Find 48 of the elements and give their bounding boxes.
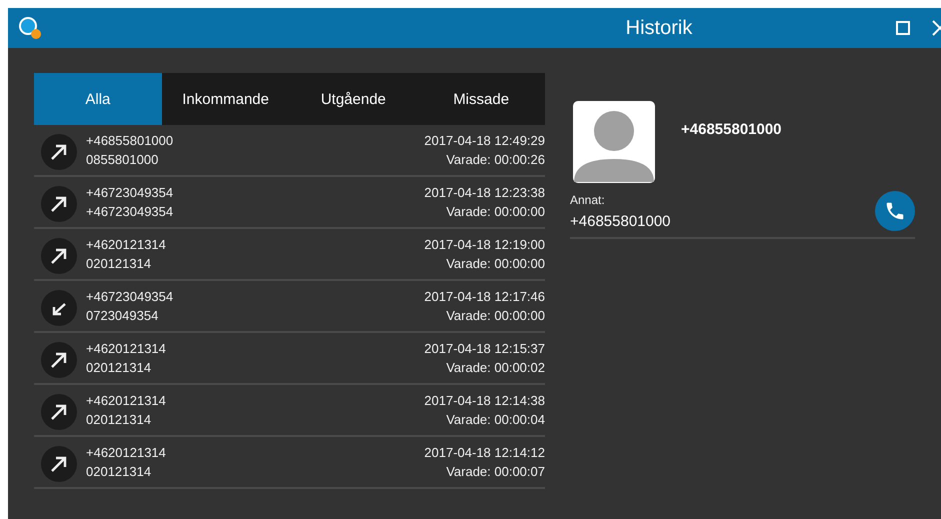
call-time: 2017-04-18 12:19:00 — [424, 236, 545, 253]
call-number: +46855801000 — [86, 132, 174, 149]
call-duration: Varade: 00:00:00 — [446, 307, 545, 324]
call-duration: Varade: 00:00:04 — [446, 411, 545, 428]
call-time: 2017-04-18 12:14:38 — [424, 392, 545, 409]
call-number: +46723049354 — [86, 288, 174, 305]
avatar-icon — [573, 101, 655, 183]
contact-name: +46855801000 — [681, 121, 782, 138]
call-time: 2017-04-18 12:17:46 — [424, 288, 545, 305]
call-time: 2017-04-18 12:15:37 — [424, 340, 545, 357]
call-row[interactable]: +46723049354 +46723049354 2017-04-18 12:23:38 Varade: 00:00:00 — [34, 177, 545, 229]
call-number: +4620121314 — [86, 444, 166, 461]
call-duration: Varade: 00:00:26 — [446, 151, 545, 168]
call-time: 2017-04-18 12:49:29 — [424, 132, 545, 149]
tab[interactable]: Utgående — [290, 73, 418, 125]
call-row[interactable]: +46855801000 0855801000 2017-04-18 12:49:29 Varade: 00:00:26 — [34, 125, 545, 177]
call-time: 2017-04-18 12:14:12 — [424, 444, 545, 461]
call-duration: Varade: 00:00:00 — [446, 203, 545, 220]
call-duration: Varade: 00:00:02 — [446, 359, 545, 376]
call-subtitle: 020121314 — [86, 255, 152, 272]
call-subtitle: 020121314 — [86, 463, 152, 480]
number-label: Annat: — [570, 192, 606, 206]
maximize-icon[interactable] — [896, 21, 910, 35]
phone-number: +46855801000 — [570, 212, 671, 230]
call-button[interactable] — [875, 191, 915, 231]
call-row[interactable]: +4620121314 020121314 2017-04-18 12:19:00 Varade: 00:00:00 — [34, 229, 545, 281]
call-subtitle: 020121314 — [86, 411, 152, 428]
call-number: +4620121314 — [86, 340, 166, 357]
call-row[interactable]: +4620121314 020121314 2017-04-18 12:14:12 Varade: 00:00:07 — [34, 437, 545, 489]
window-title: Historik — [624, 16, 692, 40]
call-number: +4620121314 — [86, 392, 166, 409]
call-number: +46723049354 — [86, 184, 174, 201]
call-row[interactable]: +4620121314 020121314 2017-04-18 12:15:37 Varade: 00:00:02 — [34, 333, 545, 385]
phone-icon — [884, 200, 906, 222]
call-subtitle: 0855801000 — [86, 151, 160, 168]
tab[interactable]: Inkommande — [162, 73, 290, 125]
tab[interactable]: Alla — [34, 73, 162, 125]
call-time: 2017-04-18 12:23:38 — [424, 184, 545, 201]
call-subtitle: +46723049354 — [86, 203, 174, 220]
call-duration: Varade: 00:00:00 — [446, 255, 545, 272]
app-logo-icon — [18, 16, 42, 40]
call-subtitle: 020121314 — [86, 359, 152, 376]
call-subtitle: 0723049354 — [86, 307, 160, 324]
tab[interactable]: Missade — [417, 73, 545, 125]
call-row[interactable]: +46723049354 0723049354 2017-04-18 12:17:46 Varade: 00:00:00 — [34, 281, 545, 333]
call-row[interactable]: +4620121314 020121314 2017-04-18 12:14:38 Varade: 00:00:04 — [34, 385, 545, 437]
call-duration: Varade: 00:00:07 — [446, 463, 545, 480]
call-number: +4620121314 — [86, 236, 166, 253]
